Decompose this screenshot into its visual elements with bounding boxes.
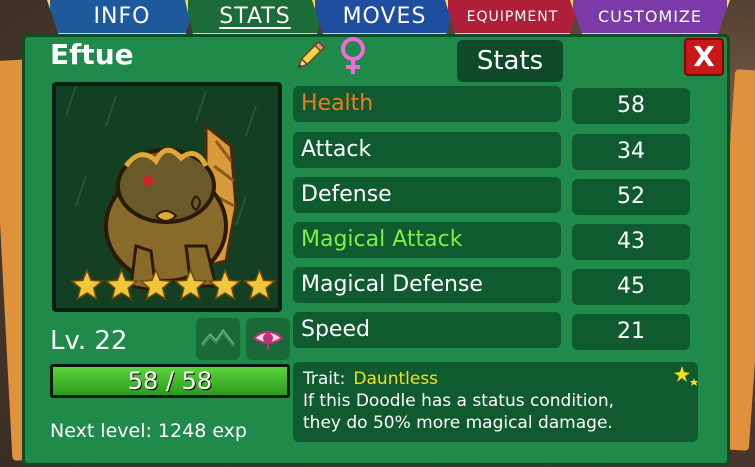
tab-equipment-label: EQUIPMENT	[466, 9, 559, 25]
trait-prefix: Trait:	[303, 369, 346, 389]
tab-customize-label: CUSTOMIZE	[598, 7, 702, 26]
star-icon	[138, 268, 174, 301]
sparkle-icon	[674, 366, 698, 386]
pencil-icon[interactable]	[292, 38, 328, 74]
tab-equipment[interactable]: EQUIPMENT	[445, 0, 580, 36]
tab-info-label: INFO	[93, 4, 151, 29]
hp-text: 58 / 58	[127, 367, 213, 395]
stat-label-attack: Attack	[293, 132, 561, 168]
female-icon	[341, 37, 365, 74]
star-icon	[104, 268, 139, 301]
mountain-icon	[200, 329, 236, 347]
hp-bar: 58 / 58	[50, 364, 290, 398]
tab-moves[interactable]: MOVES	[312, 0, 457, 36]
stats-title: Stats	[457, 40, 563, 82]
tab-stats-label: STATS	[219, 4, 291, 29]
stat-label-magical-attack: Magical Attack	[293, 222, 561, 258]
stat-label-defense: Defense	[293, 177, 561, 213]
trait-description-line-1: If this Doodle has a status condition,	[303, 391, 615, 411]
tab-customize[interactable]: CUSTOMIZE	[570, 0, 730, 36]
star-icon	[207, 268, 243, 301]
doodle-name: Eftue	[50, 38, 134, 71]
stat-value-defense: 52	[572, 179, 690, 215]
tab-moves-label: MOVES	[342, 4, 427, 29]
trait-description-line-2: they do 50% more magical damage.	[303, 413, 613, 433]
eye-icon	[252, 331, 284, 350]
stat-label-magical-defense: Magical Defense	[293, 267, 561, 303]
stat-value-speed: 21	[572, 314, 690, 350]
trait-name: Dauntless	[353, 369, 439, 389]
close-button[interactable]: X	[684, 38, 724, 76]
stat-value-magical-attack: 43	[572, 224, 690, 260]
trait-box: Trait: Dauntless If this Doodle has a sta…	[293, 362, 698, 442]
stat-label-health: Health	[293, 86, 561, 122]
stat-label-speed: Speed	[293, 312, 561, 348]
stat-value-magical-defense: 45	[572, 269, 690, 305]
star-icon	[173, 268, 208, 301]
tab-info[interactable]: INFO	[47, 0, 197, 36]
level-label: Lv. 22	[50, 326, 128, 356]
vision-ability-button[interactable]	[246, 318, 290, 360]
star-icon	[70, 268, 105, 301]
star-rating	[70, 268, 277, 301]
stat-value-attack: 34	[572, 134, 690, 170]
next-level-label: Next level: 1248 exp	[50, 420, 247, 442]
star-icon	[242, 268, 277, 301]
tab-stats[interactable]: STATS	[185, 0, 325, 36]
stat-value-health: 58	[572, 88, 690, 124]
terrain-ability-button[interactable]	[196, 318, 240, 360]
